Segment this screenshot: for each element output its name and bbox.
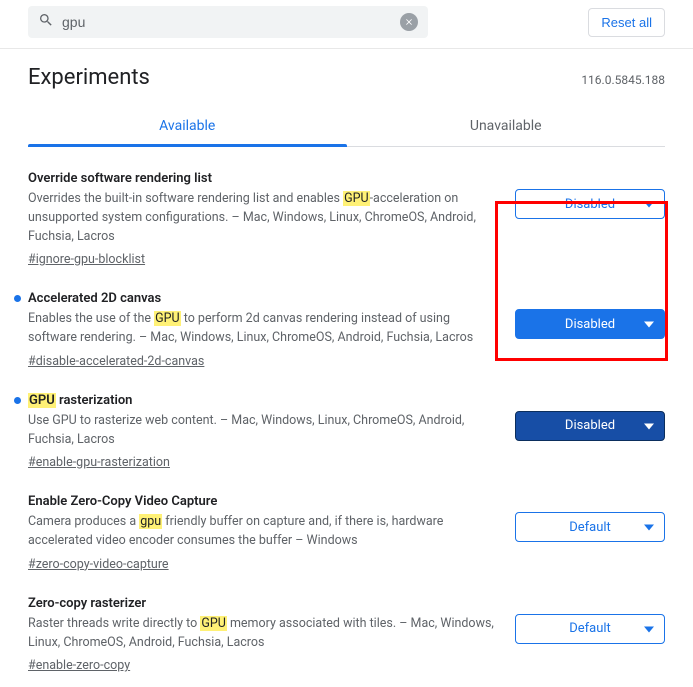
flag-control: Disabled xyxy=(515,171,665,219)
flag-permalink[interactable]: #enable-zero-copy xyxy=(28,658,130,673)
clear-search-icon[interactable] xyxy=(400,13,418,31)
search-icon xyxy=(38,12,54,32)
flag-body: GPU rasterization Use GPU to rasterize we… xyxy=(28,393,503,471)
chevron-down-icon xyxy=(644,197,654,212)
flag-permalink[interactable]: #zero-copy-video-capture xyxy=(28,557,169,572)
flag-row: Override software rendering list Override… xyxy=(28,161,665,281)
search-box[interactable] xyxy=(28,6,428,38)
flag-select-value: Disabled xyxy=(565,317,615,332)
flag-permalink[interactable]: #disable-accelerated-2d-canvas xyxy=(28,354,204,369)
flag-select-value: Default xyxy=(569,621,611,636)
flag-body: Override software rendering list Override… xyxy=(28,171,503,267)
page-title: Experiments xyxy=(28,65,150,90)
flag-row: Enable Zero-Copy Video Capture Camera pro… xyxy=(28,484,665,586)
flag-title: Zero-copy rasterizer xyxy=(28,596,499,611)
chevron-down-icon xyxy=(644,418,654,433)
flag-row: Zero-copy rasterizer Raster threads write… xyxy=(28,586,665,687)
search-input[interactable] xyxy=(54,12,400,32)
version-text: 116.0.5845.188 xyxy=(581,73,665,87)
chevron-down-icon xyxy=(644,317,654,332)
tab-unavailable[interactable]: Unavailable xyxy=(347,108,666,146)
chevron-down-icon xyxy=(644,621,654,636)
flags-list: Override software rendering list Override… xyxy=(28,161,665,687)
flag-row: GPU rasterization Use GPU to rasterize we… xyxy=(28,383,665,485)
modified-dot-icon xyxy=(14,397,21,404)
flag-body: Enable Zero-Copy Video Capture Camera pro… xyxy=(28,494,503,572)
flag-description: Raster threads write directly to GPU mem… xyxy=(28,615,499,653)
flag-description: Camera produces a gpu friendly buffer on… xyxy=(28,513,499,551)
flag-select[interactable]: Default xyxy=(515,512,665,542)
header-row: Experiments 116.0.5845.188 xyxy=(28,65,665,90)
content: Experiments 116.0.5845.188 Available Una… xyxy=(0,49,693,687)
highlight: GPU xyxy=(200,616,227,631)
flag-description: Use GPU to rasterize web content. – Mac,… xyxy=(28,412,499,450)
flag-select-value: Disabled xyxy=(565,197,615,212)
flag-title: GPU rasterization xyxy=(28,393,499,408)
flag-select[interactable]: Default xyxy=(515,614,665,644)
flag-title: Accelerated 2D canvas xyxy=(28,291,499,306)
flag-title: Enable Zero-Copy Video Capture xyxy=(28,494,499,509)
flag-select[interactable]: Disabled xyxy=(515,411,665,441)
flag-select-value: Default xyxy=(569,520,611,535)
flag-select[interactable]: Disabled xyxy=(515,189,665,219)
flag-select-value: Disabled xyxy=(565,418,615,433)
flag-row: Accelerated 2D canvas Enables the use of … xyxy=(28,281,665,383)
tabs: Available Unavailable xyxy=(28,108,665,147)
flag-title: Override software rendering list xyxy=(28,171,499,186)
flag-select[interactable]: Disabled xyxy=(515,309,665,339)
flag-control: Default xyxy=(515,596,665,644)
top-bar: Reset all xyxy=(0,0,693,49)
flag-permalink[interactable]: #ignore-gpu-blocklist xyxy=(28,252,145,267)
reset-all-button[interactable]: Reset all xyxy=(588,8,665,37)
flag-description: Overrides the built-in software renderin… xyxy=(28,190,499,246)
modified-dot-icon xyxy=(14,295,21,302)
tab-available[interactable]: Available xyxy=(28,108,347,146)
flag-control: Default xyxy=(515,494,665,542)
flag-permalink[interactable]: #enable-gpu-rasterization xyxy=(28,455,170,470)
flag-control: Disabled xyxy=(515,393,665,441)
flag-body: Zero-copy rasterizer Raster threads write… xyxy=(28,596,503,674)
chevron-down-icon xyxy=(644,520,654,535)
highlight: GPU xyxy=(154,311,181,326)
flag-description: Enables the use of the GPU to perform 2d… xyxy=(28,310,499,348)
highlight: GPU xyxy=(28,393,56,408)
highlight: gpu xyxy=(139,514,162,529)
highlight: GPU xyxy=(343,191,370,206)
flag-body: Accelerated 2D canvas Enables the use of … xyxy=(28,291,503,369)
flag-control: Disabled xyxy=(515,291,665,339)
